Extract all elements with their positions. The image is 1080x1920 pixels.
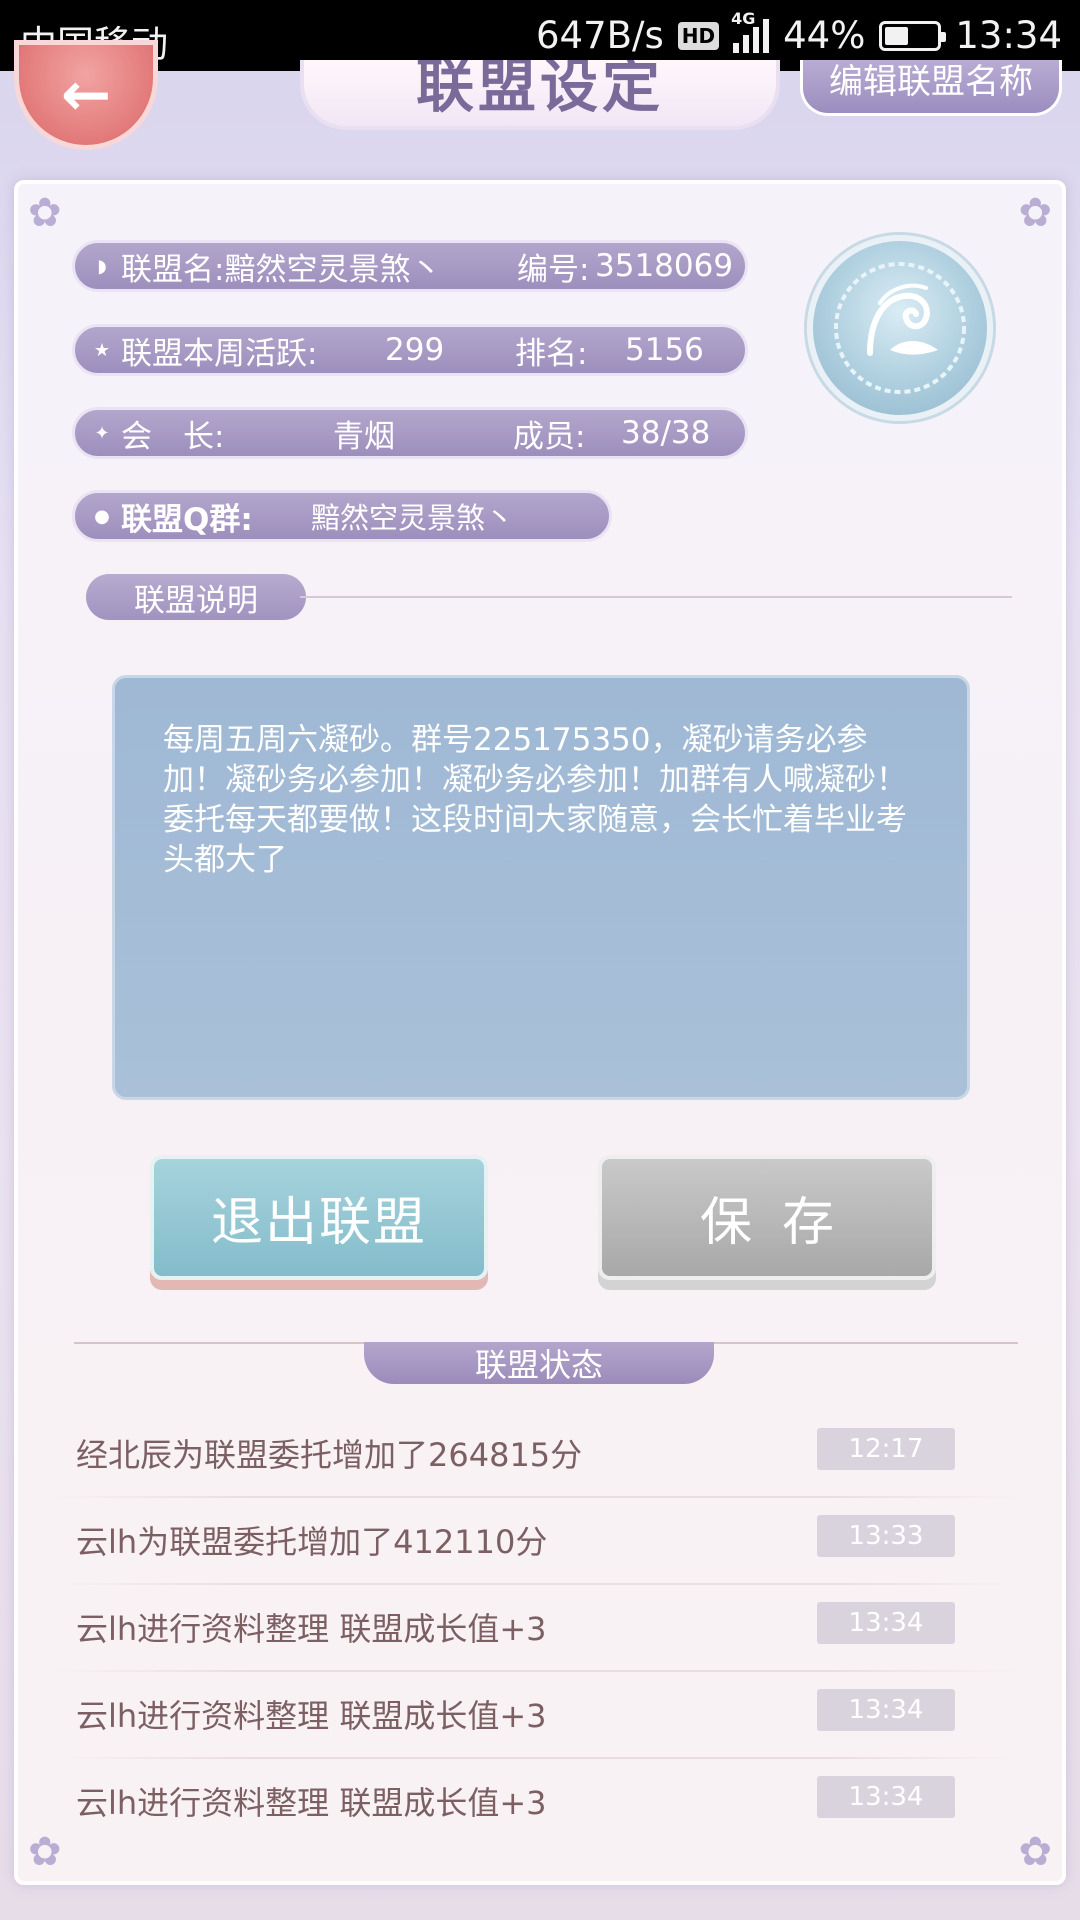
log-entry: 云lh进行资料整理 联盟成长值+3 13:34 (52, 1760, 1022, 1846)
leader-row: ✦ 会 长: 青烟 成员: 38/38 (72, 407, 748, 459)
phoenix-icon (834, 262, 966, 394)
activity-row: ★ 联盟本周活跃: 299 排名: 5156 (72, 324, 748, 376)
back-arrow-icon: ← (60, 60, 112, 130)
members-label: 成员: (513, 418, 586, 455)
rose-ornament-icon: ✿ (1018, 190, 1052, 236)
alliance-name-row: ◗ 联盟名: 黯然空灵景煞丶 编号: 3518069 (72, 240, 748, 292)
rename-alliance-button[interactable]: 编辑联盟名称 (800, 60, 1062, 116)
page-title-text: 联盟设定 (415, 60, 664, 120)
alliance-description-text: 每周五周六凝砂。群号225175350，凝砂请务必参加！凝砂务必参加！凝砂务必参… (163, 722, 907, 878)
star-icon: ★ (93, 339, 111, 361)
log-time: 13:33 (817, 1515, 955, 1557)
log-message: 云lh为联盟委托增加了412110分 (76, 1523, 548, 1561)
save-button[interactable]: 保存 (598, 1155, 936, 1280)
network-type: 4G (731, 8, 756, 28)
log-entry: 经北辰为联盟委托增加了264815分 12:17 (52, 1412, 1022, 1498)
status-section-tab: 联盟状态 (364, 1342, 714, 1384)
log-divider (52, 1757, 1022, 1759)
section-divider (300, 596, 1012, 598)
log-divider (52, 1670, 1022, 1672)
qgroup-value: 黯然空灵景煞丶 (311, 501, 515, 535)
alliance-name-value: 黯然空灵景煞丶 (224, 251, 442, 288)
qgroup-row: ● 联盟Q群: 黯然空灵景煞丶 (72, 490, 612, 542)
rank-label: 排名: (515, 335, 588, 372)
alliance-emblem[interactable] (807, 235, 993, 421)
net-speed: 647B/s (536, 14, 664, 57)
description-section-tab: 联盟说明 (86, 574, 306, 620)
log-time: 13:34 (817, 1689, 955, 1731)
log-entry: 云lh进行资料整理 联盟成长值+3 13:34 (52, 1673, 1022, 1759)
save-label: 保存 (699, 1193, 864, 1253)
log-message: 云lh进行资料整理 联盟成长值+3 (76, 1784, 547, 1822)
log-time: 13:34 (817, 1776, 955, 1818)
shield-icon: ◗ (97, 255, 107, 277)
signal-icon: 4G (731, 9, 770, 53)
clock: 13:34 (955, 14, 1062, 57)
rose-ornament-icon: ✿ (28, 190, 62, 236)
log-time: 13:34 (817, 1602, 955, 1644)
log-divider (52, 1583, 1022, 1585)
exit-alliance-button[interactable]: 退出联盟 (150, 1155, 488, 1280)
alliance-id-value: 3518069 (595, 248, 734, 284)
rename-alliance-label: 编辑联盟名称 (829, 62, 1033, 102)
log-time: 12:17 (817, 1428, 955, 1470)
status-section-label: 联盟状态 (474, 1346, 603, 1384)
activity-value: 299 (385, 332, 445, 368)
description-section-label: 联盟说明 (134, 582, 258, 619)
bell-icon: ● (94, 505, 110, 527)
log-entry: 云lh进行资料整理 联盟成长值+3 13:34 (52, 1586, 1022, 1672)
page-title: 联盟设定 (300, 60, 780, 130)
leader-label: 会 长: (121, 418, 225, 455)
log-message: 云lh进行资料整理 联盟成长值+3 (76, 1610, 547, 1648)
battery-percent: 44% (783, 14, 866, 57)
back-button[interactable]: ← (14, 40, 158, 150)
log-message: 云lh进行资料整理 联盟成长值+3 (76, 1697, 547, 1735)
qgroup-label: 联盟Q群: (121, 501, 253, 538)
battery-icon (879, 20, 947, 51)
alliance-description-textarea[interactable]: 每周五周六凝砂。群号225175350，凝砂请务必参加！凝砂务必参加！凝砂务必参… (112, 675, 970, 1100)
exit-alliance-label: 退出联盟 (210, 1193, 427, 1253)
members-value: 38/38 (621, 415, 711, 451)
log-divider (52, 1496, 1022, 1498)
rose-ornament-icon: ✿ (1018, 1829, 1052, 1875)
alliance-id-label: 编号: (517, 251, 590, 288)
log-message: 经北辰为联盟委托增加了264815分 (76, 1436, 583, 1474)
activity-label: 联盟本周活跃: (121, 335, 318, 372)
hd-icon: HD (677, 21, 720, 50)
leader-value: 青烟 (333, 418, 395, 455)
alliance-name-label: 联盟名: (121, 251, 225, 288)
rank-value: 5156 (625, 332, 704, 368)
log-entry: 云lh为联盟委托增加了412110分 13:33 (52, 1499, 1022, 1585)
sparkle-icon: ✦ (94, 422, 110, 444)
